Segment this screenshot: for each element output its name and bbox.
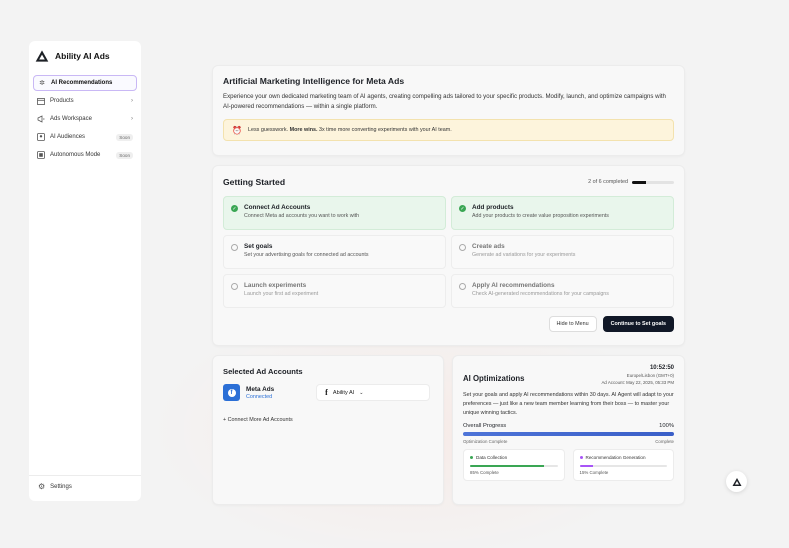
sidebar-item-label: Ads Workspace (50, 116, 92, 122)
optimization-start-label: Optimization Complete (463, 439, 508, 444)
account-status: Connected (246, 393, 273, 400)
ai-optimizations-card: AI Optimizations 10:52:50 Europe/Lisbon … (452, 355, 685, 505)
overall-progress-label: Overall Progress (463, 423, 507, 429)
tip-text: Less guesswork. More wins. 3x time more … (247, 127, 452, 133)
sidebar-item-ai-audiences[interactable]: AI Audiences Soon (33, 129, 137, 145)
status-dot-icon (470, 456, 473, 459)
sidebar-item-label: AI Audiences (50, 134, 86, 140)
selected-accounts-card: Selected Ad Accounts f Meta Ads Connecte… (212, 355, 444, 505)
ai-optimizations-title: AI Optimizations (463, 374, 525, 383)
sidebar-item-label: Autonomous Mode (50, 152, 101, 158)
ai-optimizations-description: Set your goals and apply AI recommendati… (463, 392, 674, 416)
getting-started-card: Getting Started 2 of 6 completed ✓ Conne… (212, 165, 685, 346)
clock-time: 10:52:50 (649, 365, 674, 371)
sidebar-item-products[interactable]: Products › (33, 93, 137, 109)
step-create-ads[interactable]: Create ads Generate ad variations for you… (451, 235, 674, 269)
sidebar-item-autonomous-mode[interactable]: Autonomous Mode Soon (33, 147, 137, 163)
sidebar-divider (29, 475, 141, 476)
tip-banner: ⏰ Less guesswork. More wins. 3x time mor… (223, 119, 674, 141)
account-timestamp: Ad Account: May 22, 2025, 05:33 PM (601, 380, 675, 385)
empty-circle-icon (231, 283, 238, 290)
audience-icon (37, 133, 45, 141)
connect-more-link[interactable]: + Connect More Ad Accounts (223, 417, 433, 423)
autopilot-icon (37, 151, 45, 159)
intro-description: Experience your own dedicated marketing … (223, 93, 666, 110)
ability-logo-icon (35, 49, 49, 62)
brand[interactable]: Ability AI Ads (29, 41, 141, 65)
subtask-recommendation-generation: Recommendation Generation 15% Complete (572, 449, 674, 481)
optimization-end-label: Complete (655, 439, 674, 444)
status-dot-icon (579, 456, 583, 459)
account-name: Meta Ads (246, 385, 275, 393)
ad-account-select-value: Ability AI (332, 389, 355, 396)
hide-to-menu-button[interactable]: Hide to Menu (548, 316, 597, 332)
subtask-progress-bar (470, 465, 558, 467)
meta-icon: f (223, 384, 240, 401)
empty-circle-icon (231, 244, 238, 251)
gear-icon: ⚙ (38, 482, 46, 491)
step-apply-ai-recommendations[interactable]: Apply AI recommendations Check AI-generat… (451, 274, 674, 308)
subtask-progress-bar (579, 465, 667, 467)
account-row: f Meta Ads Connected f Ability AI ⌄ (223, 384, 433, 401)
progress-text: 2 of 6 completed (588, 179, 628, 185)
progress-bar (632, 180, 674, 184)
soon-badge: Soon (116, 133, 133, 141)
soon-badge: Soon (116, 151, 133, 159)
timezone: Europe/Lisbon (GMT+0) (626, 373, 674, 378)
sparkle-icon: ✲ (39, 80, 45, 87)
sidebar-item-ai-recommendations[interactable]: ✲ AI Recommendations (33, 75, 137, 91)
subtask-data-collection: Data Collection 85% Complete (463, 449, 565, 481)
sidebar-item-label: AI Recommendations (51, 80, 113, 86)
facebook-icon: f (325, 388, 328, 397)
alarm-clock-icon: ⏰ (232, 125, 242, 135)
getting-started-title: Getting Started (223, 177, 286, 187)
getting-started-progress: 2 of 6 completed (588, 179, 674, 185)
megaphone-icon (37, 115, 45, 123)
sidebar-item-label: Products (50, 98, 74, 104)
settings-label: Settings (50, 483, 72, 490)
chevron-right-icon: › (131, 98, 133, 104)
sidebar-nav: ✲ AI Recommendations Products › Ads Work… (29, 75, 141, 163)
step-add-products[interactable]: ✓ Add products Add your products to creat… (451, 196, 674, 230)
selected-accounts-title: Selected Ad Accounts (223, 367, 303, 376)
empty-circle-icon (459, 283, 466, 290)
ability-logo-icon (732, 477, 741, 486)
empty-circle-icon (459, 244, 466, 251)
subtask-progress-text: 15% Complete (579, 470, 609, 475)
check-circle-icon: ✓ (459, 205, 466, 212)
check-circle-icon: ✓ (231, 205, 238, 212)
subtask-progress-fill (579, 465, 593, 467)
sidebar: Ability AI Ads ✲ AI Recommendations Prod… (29, 41, 141, 501)
assistant-fab[interactable] (726, 471, 747, 492)
chevron-down-icon: ⌄ (359, 389, 364, 396)
progress-bar-fill (632, 180, 646, 184)
step-set-goals[interactable]: Set goals Set your advertising goals for … (223, 235, 446, 269)
box-icon (37, 97, 45, 105)
overall-progress-fill (463, 432, 674, 436)
subtask-progress-text: 85% Complete (470, 470, 499, 475)
step-connect-ad-accounts[interactable]: ✓ Connect Ad Accounts Connect Meta ad acc… (223, 196, 446, 230)
overall-progress-value: 100% (659, 423, 674, 429)
settings-button[interactable]: ⚙ Settings (29, 482, 141, 501)
brand-name: Ability AI Ads (55, 50, 110, 61)
sidebar-item-ads-workspace[interactable]: Ads Workspace › (33, 111, 137, 127)
chevron-right-icon: › (131, 116, 133, 122)
steps-grid: ✓ Connect Ad Accounts Connect Meta ad acc… (223, 196, 674, 308)
intro-card: Artificial Marketing Intelligence for Me… (212, 65, 685, 156)
subtask-progress-fill (470, 465, 545, 467)
intro-title: Artificial Marketing Intelligence for Me… (223, 76, 405, 86)
continue-button[interactable]: Continue to Set goals (602, 316, 674, 332)
overall-progress-bar (463, 432, 674, 436)
ad-account-select[interactable]: f Ability AI ⌄ (316, 384, 431, 401)
step-launch-experiments[interactable]: Launch experiments Launch your first ad e… (223, 274, 446, 308)
